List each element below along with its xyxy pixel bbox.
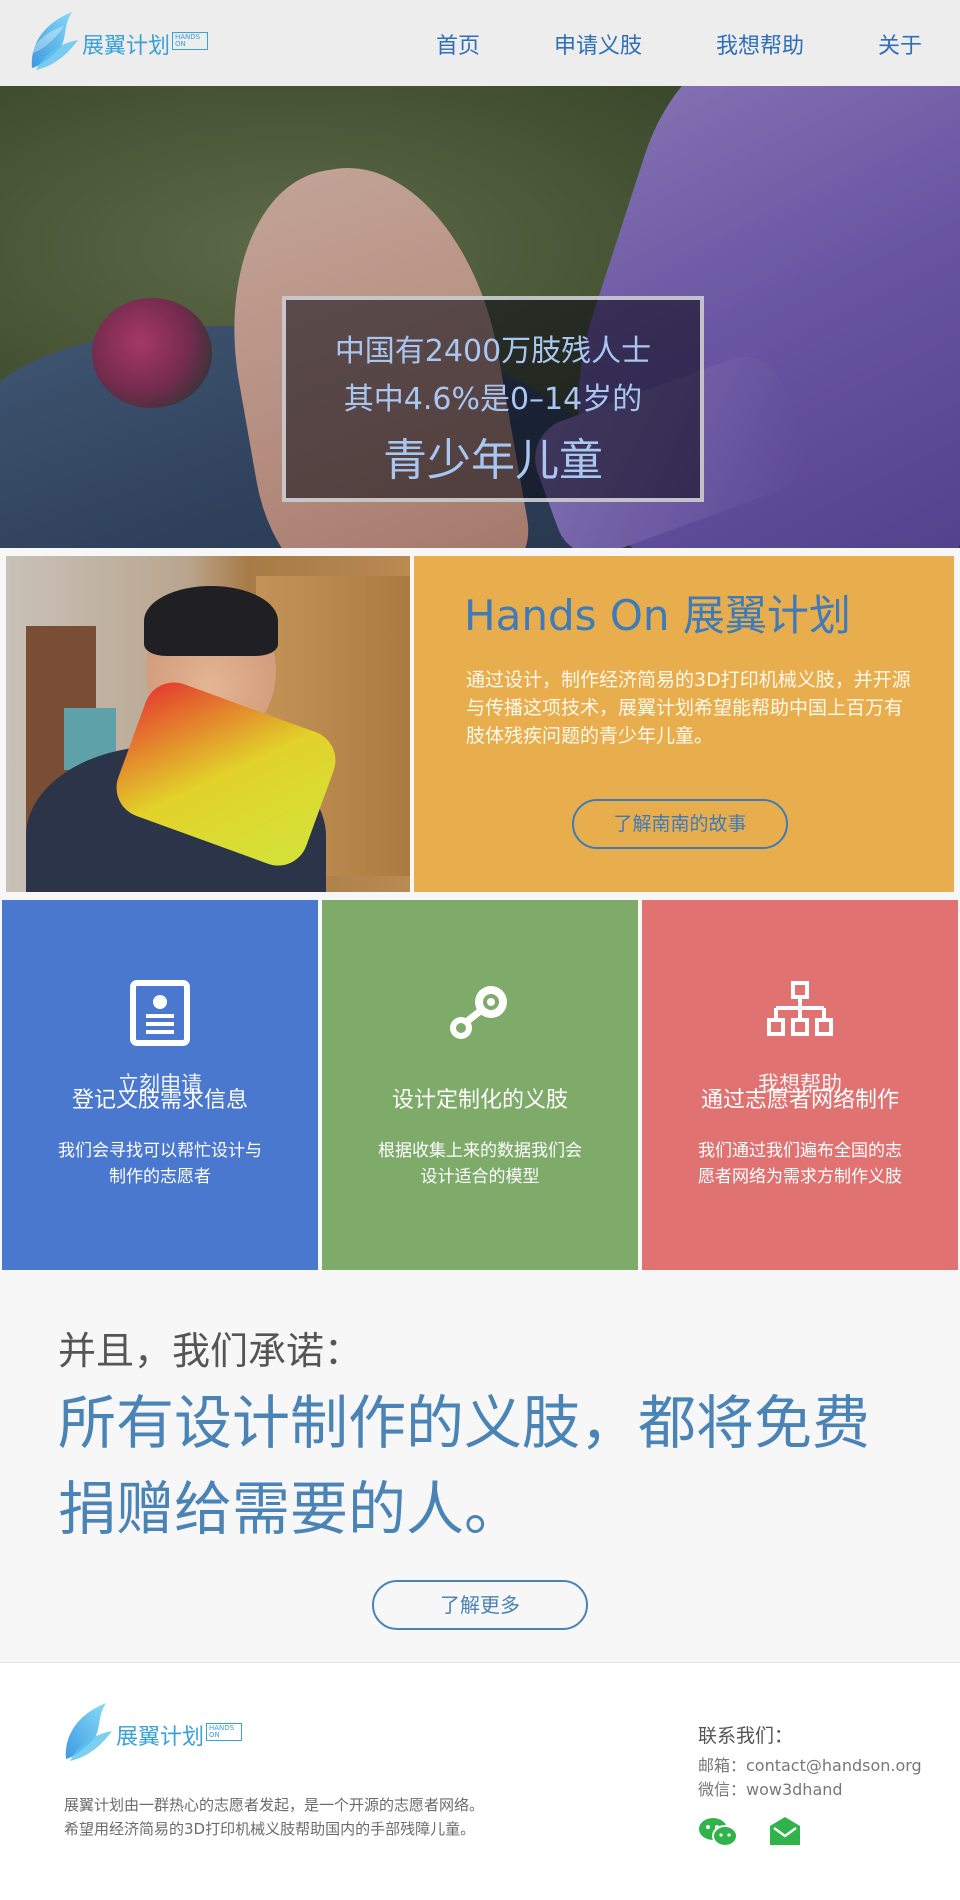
footer-about: 展翼计划由一群热心的志愿者发起，是一个开源的志愿者网络。 希望用经济简易的3D打…: [64, 1793, 484, 1841]
footer-logo[interactable]: 展翼计划 HANDS ON: [62, 1699, 242, 1769]
nav-item-help[interactable]: 我想帮助: [716, 28, 804, 60]
feature-title: 设计定制化的义肢: [391, 1088, 568, 1113]
learn-more-button[interactable]: 了解更多: [372, 1580, 588, 1630]
child-with-prosthetic-photo: [6, 556, 410, 892]
footer-about-line-2: 希望用经济简易的3D打印机械义肢帮助国内的手部残障儿童。: [64, 1820, 476, 1838]
feature-card-apply[interactable]: 立刻申请 登记义肢需求信息 我们会寻找可以帮忙设计与制作的志愿者: [2, 900, 318, 1270]
hero-line-2: 其中4.6%是0–14岁的: [343, 382, 643, 417]
footer-about-line-1: 展翼计划由一群热心的志愿者发起，是一个开源的志愿者网络。: [64, 1796, 485, 1814]
nav-item-apply[interactable]: 申请义肢: [554, 28, 642, 60]
feature-body: 我们通过我们遍布全国的志愿者网络为需求方制作义肢: [698, 1141, 902, 1187]
steam-wrench-icon: [450, 986, 507, 1039]
logo-text: 展翼计划: [116, 1725, 205, 1750]
site-footer: 展翼计划 HANDS ON 展翼计划由一群热心的志愿者发起，是一个开源的志愿者网…: [0, 1662, 960, 1900]
logo-text: 展翼计划: [82, 34, 171, 59]
site-logo[interactable]: 展翼计划 HANDS ON: [28, 8, 208, 78]
logo-badge: HANDS ON: [172, 32, 208, 50]
id-card-icon: [130, 980, 190, 1046]
hero-banner: 中国有2400万肢残人士 其中4.6%是0–14岁的 青少年儿童: [0, 86, 960, 548]
intro-panel: Hands On 展翼计划 通过设计，制作经济简易的3D打印机械义肢，并开源与传…: [414, 556, 954, 892]
contact-email[interactable]: 邮箱：contact@handson.org: [698, 1754, 922, 1778]
feature-card-design[interactable]: 设计定制化的义肢 根据收集上来的数据我们会设计适合的模型: [322, 900, 638, 1270]
hero-statistic-box: 中国有2400万肢残人士 其中4.6%是0–14岁的 青少年儿童: [282, 296, 704, 502]
feature-card-volunteer[interactable]: 我想帮助 通过志愿者网络制作 我们通过我们遍布全国的志愿者网络为需求方制作义肢: [642, 900, 958, 1270]
feature-body: 根据收集上来的数据我们会设计适合的模型: [378, 1141, 582, 1187]
contact-block: 联系我们： 邮箱：contact@handson.org 微信：wow3dhan…: [698, 1721, 922, 1852]
feature-body: 我们会寻找可以帮忙设计与制作的志愿者: [58, 1141, 262, 1187]
hero-line-3: 青少年儿童: [383, 435, 603, 486]
wing-logo-icon: [30, 12, 78, 70]
feature-title: 登记义肢需求信息: [71, 1088, 248, 1113]
top-nav: 展翼计划 HANDS ON 首页 申请义肢 我想帮助 关于: [0, 0, 960, 86]
story-button[interactable]: 了解南南的故事: [572, 799, 788, 849]
logo-badge: HANDS ON: [206, 1723, 242, 1741]
promise-headline: 所有设计制作的义肢，都将免费捐赠给需要的人。: [58, 1389, 871, 1543]
wing-logo-icon: [65, 1703, 112, 1761]
main-menu: 首页 申请义肢 我想帮助 关于: [362, 28, 922, 60]
wechat-icon[interactable]: [698, 1816, 738, 1852]
intro-title: Hands On 展翼计划: [464, 591, 851, 640]
promise-lead: 并且，我们承诺：: [58, 1329, 363, 1373]
contact-wechat: 微信：wow3dhand: [698, 1780, 843, 1799]
nav-item-about[interactable]: 关于: [878, 28, 922, 60]
hero-line-1: 中国有2400万肢残人士: [334, 334, 652, 369]
intro-description: 通过设计，制作经济简易的3D打印机械义肢，并开源与传播这项技术，展翼计划希望能帮…: [466, 669, 911, 747]
contact-title: 联系我们：: [698, 1725, 794, 1747]
nav-item-home[interactable]: 首页: [436, 28, 480, 60]
email-icon[interactable]: [768, 1816, 802, 1852]
network-icon: [767, 981, 833, 1036]
feature-title: 通过志愿者网络制作: [700, 1088, 899, 1113]
